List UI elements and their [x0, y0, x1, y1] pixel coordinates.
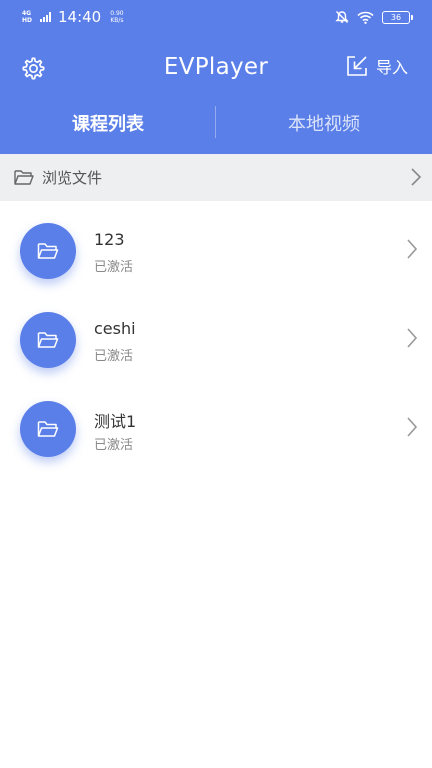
speed-unit: KB/s: [110, 17, 124, 24]
status-right: 36: [335, 10, 413, 24]
tab-local-video[interactable]: 本地视频: [216, 92, 432, 154]
browse-files-label: 浏览文件: [42, 169, 103, 187]
course-list: 123 已激活 ceshi 已激活 测试1 已激活: [0, 201, 432, 468]
title-bar: EVPlayer 导入: [0, 46, 432, 90]
network-type: 4G HD: [22, 10, 33, 24]
tab-divider: [215, 106, 216, 138]
list-item[interactable]: 测试1 已激活: [0, 379, 432, 468]
battery-level: 36: [390, 12, 402, 22]
import-label: 导入: [375, 58, 408, 77]
mute-icon: [335, 11, 349, 23]
item-status: 已激活: [94, 438, 134, 453]
folder-avatar: [20, 223, 76, 279]
folder-icon: [37, 421, 59, 437]
item-status: 已激活: [94, 260, 134, 275]
chevron-right-icon: [407, 239, 418, 259]
chevron-right-icon: [407, 417, 418, 437]
folder-icon: [37, 243, 59, 259]
item-name: 123: [94, 230, 125, 249]
tab-course-list-label: 课程列表: [72, 114, 144, 135]
speed-value: 0.90: [110, 10, 124, 17]
list-item[interactable]: ceshi 已激活: [0, 290, 432, 379]
item-name: ceshi: [94, 319, 136, 338]
network-speed: 0.90 KB/s: [110, 10, 123, 24]
import-button[interactable]: 导入: [346, 54, 408, 78]
folder-open-icon: [14, 170, 34, 185]
item-status: 已激活: [94, 349, 134, 364]
folder-avatar: [20, 401, 76, 457]
folder-icon: [37, 332, 59, 348]
tab-course-list[interactable]: 课程列表: [0, 92, 216, 154]
status-time: 14:40: [58, 8, 102, 26]
app-header: 4G HD 14:40 0.90 KB/s 36 EVPlayer 导入 课程列…: [0, 0, 432, 154]
signal-icon: [40, 12, 51, 22]
browse-files-bar[interactable]: 浏览文件: [0, 154, 432, 201]
battery-icon: 36: [382, 10, 413, 24]
status-left: 4G HD 14:40 0.90 KB/s: [22, 8, 124, 26]
import-icon: [347, 56, 367, 76]
item-name: 测试1: [94, 412, 137, 431]
status-bar: 4G HD 14:40 0.90 KB/s 36: [0, 0, 432, 34]
tab-local-video-label: 本地视频: [288, 114, 360, 135]
folder-avatar: [20, 312, 76, 368]
list-item[interactable]: 123 已激活: [0, 201, 432, 290]
chevron-right-icon: [407, 328, 418, 348]
tab-bar: 课程列表 本地视频: [0, 92, 432, 154]
wifi-icon: [357, 11, 374, 24]
chevron-right-icon: [411, 168, 422, 186]
